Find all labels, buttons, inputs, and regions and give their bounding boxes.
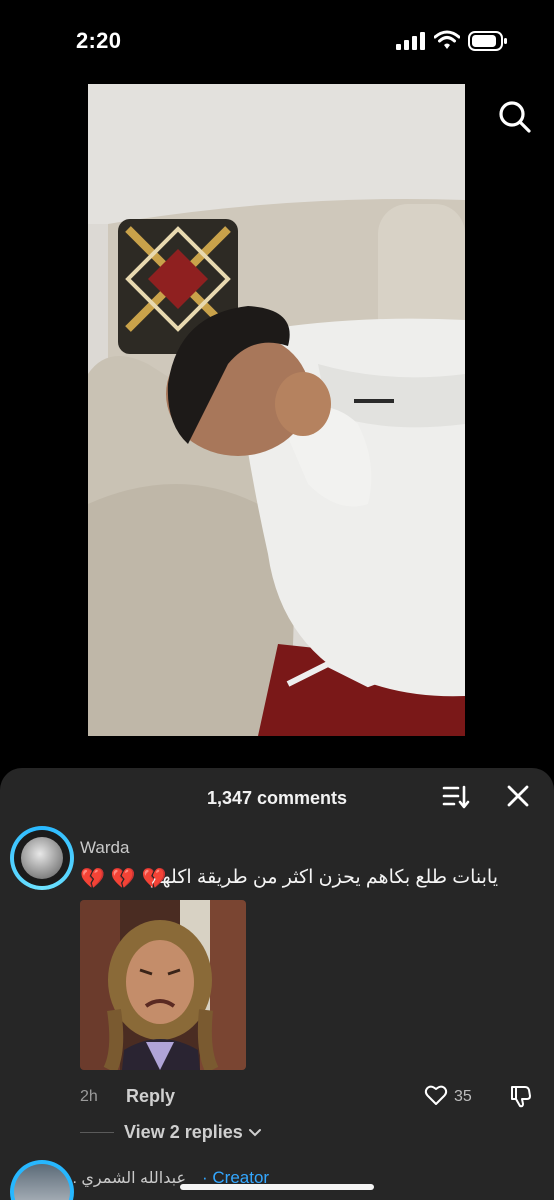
close-icon[interactable] [506,784,530,808]
chevron-down-icon[interactable] [248,1128,262,1138]
avatar[interactable] [10,1160,74,1200]
replies-divider [80,1132,114,1133]
reply-button[interactable]: Reply [126,1086,175,1107]
comment-username[interactable]: Warda [80,838,129,858]
comment-time: 2h [80,1088,98,1105]
battery-icon [468,31,507,51]
comment-text: يابنات طلع بكاهم يحزن اكثر من طريقة اكله… [149,867,498,888]
home-indicator[interactable] [180,1184,374,1190]
view-replies-button[interactable]: View 2 replies [124,1122,243,1143]
cellular-signal-icon [396,32,425,50]
comment-image[interactable] [80,900,246,1070]
status-bar: 2:20 [0,0,554,80]
comment-photo [80,900,246,1070]
dislike-icon[interactable] [508,1084,532,1108]
like-count: 35 [454,1088,472,1105]
sort-icon[interactable] [442,784,470,810]
avatar[interactable] [10,826,74,890]
status-time: 2:20 [76,28,122,53]
comments-count-title: 1,347 comments [206,788,348,808]
video-frame [88,84,465,736]
video-player[interactable] [88,84,465,736]
search-icon[interactable] [496,98,534,136]
avatar-photo [14,1164,70,1200]
comment-username[interactable]: عبدالله الشمري . [73,1168,187,1188]
avatar-photo [21,837,63,879]
broken-heart-emoji: 💔💔💔 [80,868,173,890]
comments-sheet: 1,347 comments Warda يابنات طلع بكاهم يح… [0,768,554,1200]
wifi-icon [434,30,460,49]
heart-icon[interactable] [424,1084,448,1106]
